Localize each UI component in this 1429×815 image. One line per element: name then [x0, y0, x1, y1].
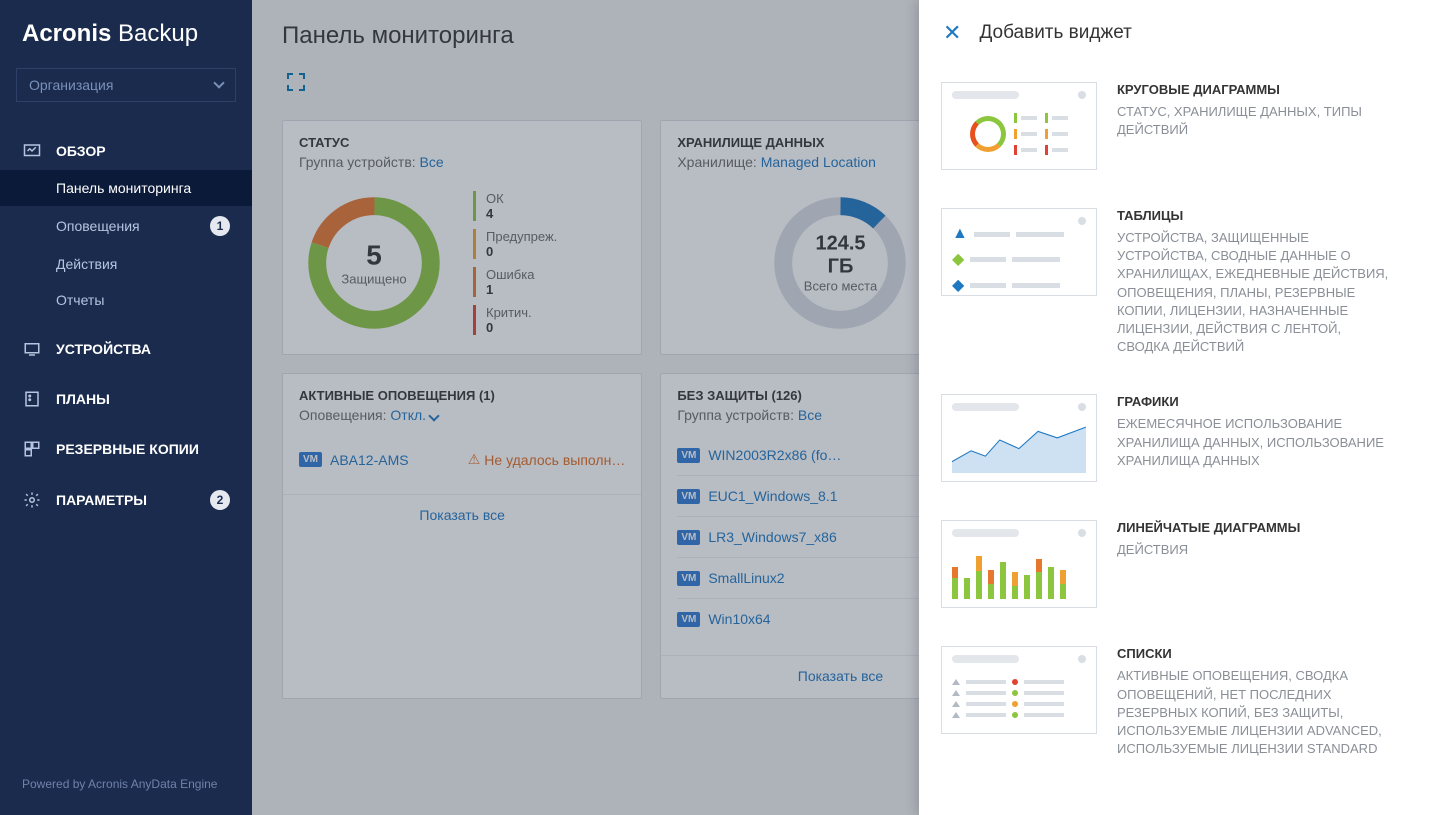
widget-option-list[interactable]: СПИСКИАКТИВНЫЕ ОПОВЕЩЕНИЯ, СВОДКА ОПОВЕЩ… — [919, 630, 1423, 780]
close-icon[interactable]: ✕ — [943, 20, 961, 46]
devices-icon — [22, 340, 42, 358]
nav-section-plans[interactable]: ПЛАНЫ — [0, 380, 252, 418]
panel-title: Добавить виджет — [979, 22, 1131, 44]
panel-body[interactable]: КРУГОВЫЕ ДИАГРАММЫСТАТУС, ХРАНИЛИЩЕ ДАНН… — [919, 66, 1429, 815]
widget-option-table[interactable]: ▲ ◆ ◆ ТАБЛИЦЫУСТРОЙСТВА, ЗАЩИЩЕННЫЕ УСТР… — [919, 192, 1423, 378]
chevron-down-icon — [213, 77, 224, 88]
gear-icon — [22, 491, 42, 509]
nav-section-devices[interactable]: УСТРОЙСТВА — [0, 330, 252, 368]
plans-icon — [22, 390, 42, 408]
nav-item-reports[interactable]: Отчеты — [0, 282, 252, 318]
thumb-pie-icon — [941, 82, 1097, 170]
add-widget-panel: ✕ Добавить виджет КРУГОВЫЕ ДИАГРАММЫСТАТ… — [919, 0, 1429, 815]
dashboard-icon — [22, 142, 42, 160]
widget-option-chart[interactable]: ГРАФИКИЕЖЕМЕСЯЧНОЕ ИСПОЛЬЗОВАНИЕ ХРАНИЛИ… — [919, 378, 1423, 504]
widget-option-bars[interactable]: ЛИНЕЙЧАТЫЕ ДИАГРАММЫДЕЙСТВИЯ — [919, 504, 1423, 630]
sidebar-footer: Powered by Acronis AnyData Engine — [0, 760, 252, 815]
backups-icon — [22, 440, 42, 458]
widget-option-pie[interactable]: КРУГОВЫЕ ДИАГРАММЫСТАТУС, ХРАНИЛИЩЕ ДАНН… — [919, 66, 1423, 192]
nav-item-alerts[interactable]: Оповещения1 — [0, 206, 252, 246]
nav-item-actions[interactable]: Действия — [0, 246, 252, 282]
thumb-list-icon — [941, 646, 1097, 734]
thumb-bars-icon — [941, 520, 1097, 608]
nav-section-overview[interactable]: ОБЗОР — [0, 132, 252, 170]
org-selector[interactable]: Организация — [16, 68, 236, 102]
thumb-table-icon: ▲ ◆ ◆ — [941, 208, 1097, 296]
sidebar: Acronis Backup Организация ОБЗОР Панель … — [0, 0, 252, 815]
nav-item-dashboard[interactable]: Панель мониторинга — [0, 170, 252, 206]
nav-section-settings[interactable]: ПАРАМЕТРЫ 2 — [0, 480, 252, 520]
nav-section-backups[interactable]: РЕЗЕРВНЫЕ КОПИИ — [0, 430, 252, 468]
app-logo: Acronis Backup — [0, 0, 252, 68]
thumb-chart-icon — [941, 394, 1097, 482]
